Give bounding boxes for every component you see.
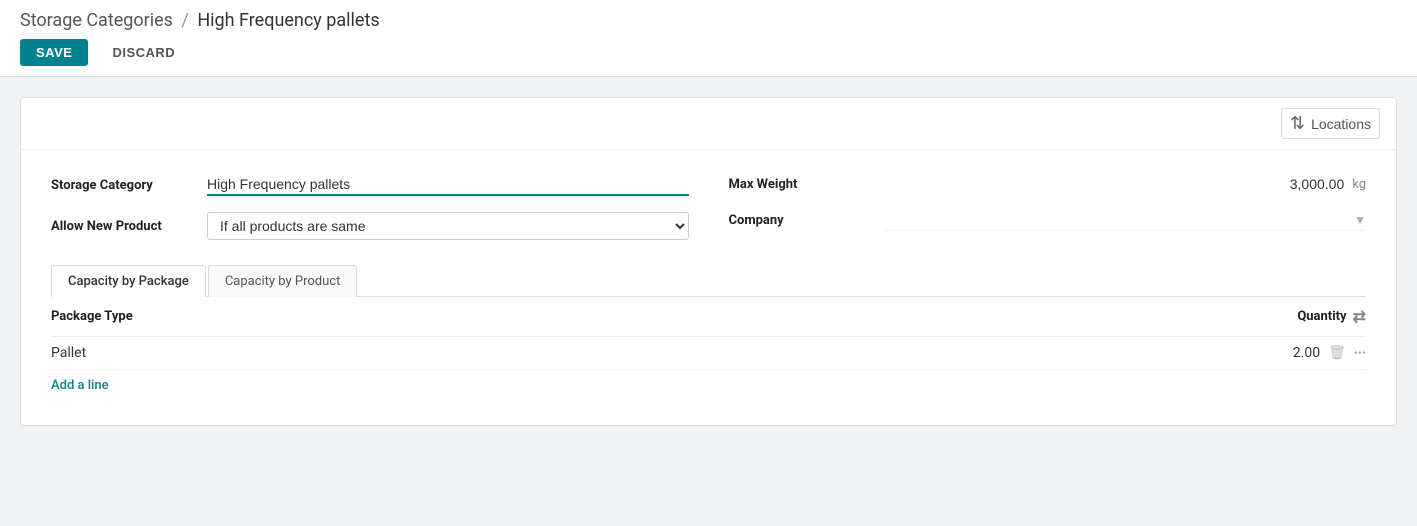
main-content: ⇅ Locations Storage Category Allow New P… bbox=[0, 77, 1417, 446]
sort-icon[interactable]: ⇄ bbox=[1353, 307, 1366, 326]
table-row: Pallet 2.00 🗑 ••• bbox=[51, 337, 1366, 370]
form-grid: Storage Category Allow New Product If al… bbox=[51, 174, 1366, 240]
storage-category-input[interactable] bbox=[207, 174, 689, 196]
package-type-header: Package Type bbox=[51, 309, 133, 324]
locations-icon: ⇅ bbox=[1290, 113, 1305, 134]
top-bar: Storage Categories / High Frequency pall… bbox=[0, 0, 1417, 77]
form-right: Max Weight kg Company ▼ bbox=[729, 174, 1367, 240]
package-type-cell: Pallet bbox=[51, 345, 86, 361]
tab-capacity-by-package[interactable]: Capacity by Package bbox=[51, 265, 206, 297]
company-row: Company ▼ bbox=[729, 210, 1367, 231]
card-body: Storage Category Allow New Product If al… bbox=[21, 150, 1396, 425]
discard-button[interactable]: DISCARD bbox=[96, 39, 191, 66]
max-weight-row: Max Weight kg bbox=[729, 174, 1367, 194]
allow-new-product-select[interactable]: If all products are sameIf all products … bbox=[207, 212, 689, 240]
add-line-row: Add a line bbox=[51, 370, 1366, 401]
company-label: Company bbox=[729, 213, 869, 228]
quantity-cell: 2.00 🗑 ••• bbox=[1293, 345, 1366, 361]
company-dropdown-icon: ▼ bbox=[1354, 213, 1366, 227]
max-weight-field: kg bbox=[885, 174, 1367, 194]
company-input[interactable] bbox=[885, 212, 1355, 228]
quantity-value: 2.00 bbox=[1293, 345, 1320, 361]
tabs: Capacity by Package Capacity by Product bbox=[51, 264, 1366, 297]
breadcrumb-separator: / bbox=[181, 10, 188, 31]
tab-capacity-by-product[interactable]: Capacity by Product bbox=[208, 265, 358, 297]
more-icon[interactable]: ••• bbox=[1354, 346, 1366, 360]
breadcrumb-current: High Frequency pallets bbox=[197, 10, 379, 31]
max-weight-input[interactable] bbox=[885, 174, 1349, 194]
form-left: Storage Category Allow New Product If al… bbox=[51, 174, 689, 240]
locations-label: Locations bbox=[1311, 116, 1371, 132]
quantity-header: Quantity ⇄ bbox=[1297, 307, 1366, 326]
save-button[interactable]: SAVE bbox=[20, 39, 88, 66]
card-header: ⇅ Locations bbox=[21, 98, 1396, 150]
locations-button[interactable]: ⇅ Locations bbox=[1281, 108, 1380, 139]
breadcrumb-parent[interactable]: Storage Categories bbox=[20, 10, 173, 31]
allow-new-product-row: Allow New Product If all products are sa… bbox=[51, 212, 689, 240]
allow-new-product-value: If all products are sameIf all products … bbox=[207, 212, 689, 240]
max-weight-unit: kg bbox=[1352, 177, 1366, 192]
tab-content: Package Type Quantity ⇄ Pallet 2.00 🗑 ••… bbox=[51, 297, 1366, 401]
storage-category-label: Storage Category bbox=[51, 178, 191, 193]
storage-category-card: ⇅ Locations Storage Category Allow New P… bbox=[20, 97, 1397, 426]
company-field: ▼ bbox=[885, 210, 1367, 231]
table-header: Package Type Quantity ⇄ bbox=[51, 297, 1366, 337]
breadcrumb: Storage Categories / High Frequency pall… bbox=[20, 10, 1397, 31]
action-bar: SAVE DISCARD bbox=[20, 39, 1397, 66]
max-weight-label: Max Weight bbox=[729, 177, 869, 192]
storage-category-row: Storage Category bbox=[51, 174, 689, 196]
add-line-button[interactable]: Add a line bbox=[51, 370, 109, 401]
storage-category-value bbox=[207, 174, 689, 196]
allow-new-product-label: Allow New Product bbox=[51, 219, 191, 234]
delete-row-icon[interactable]: 🗑 bbox=[1328, 345, 1346, 361]
